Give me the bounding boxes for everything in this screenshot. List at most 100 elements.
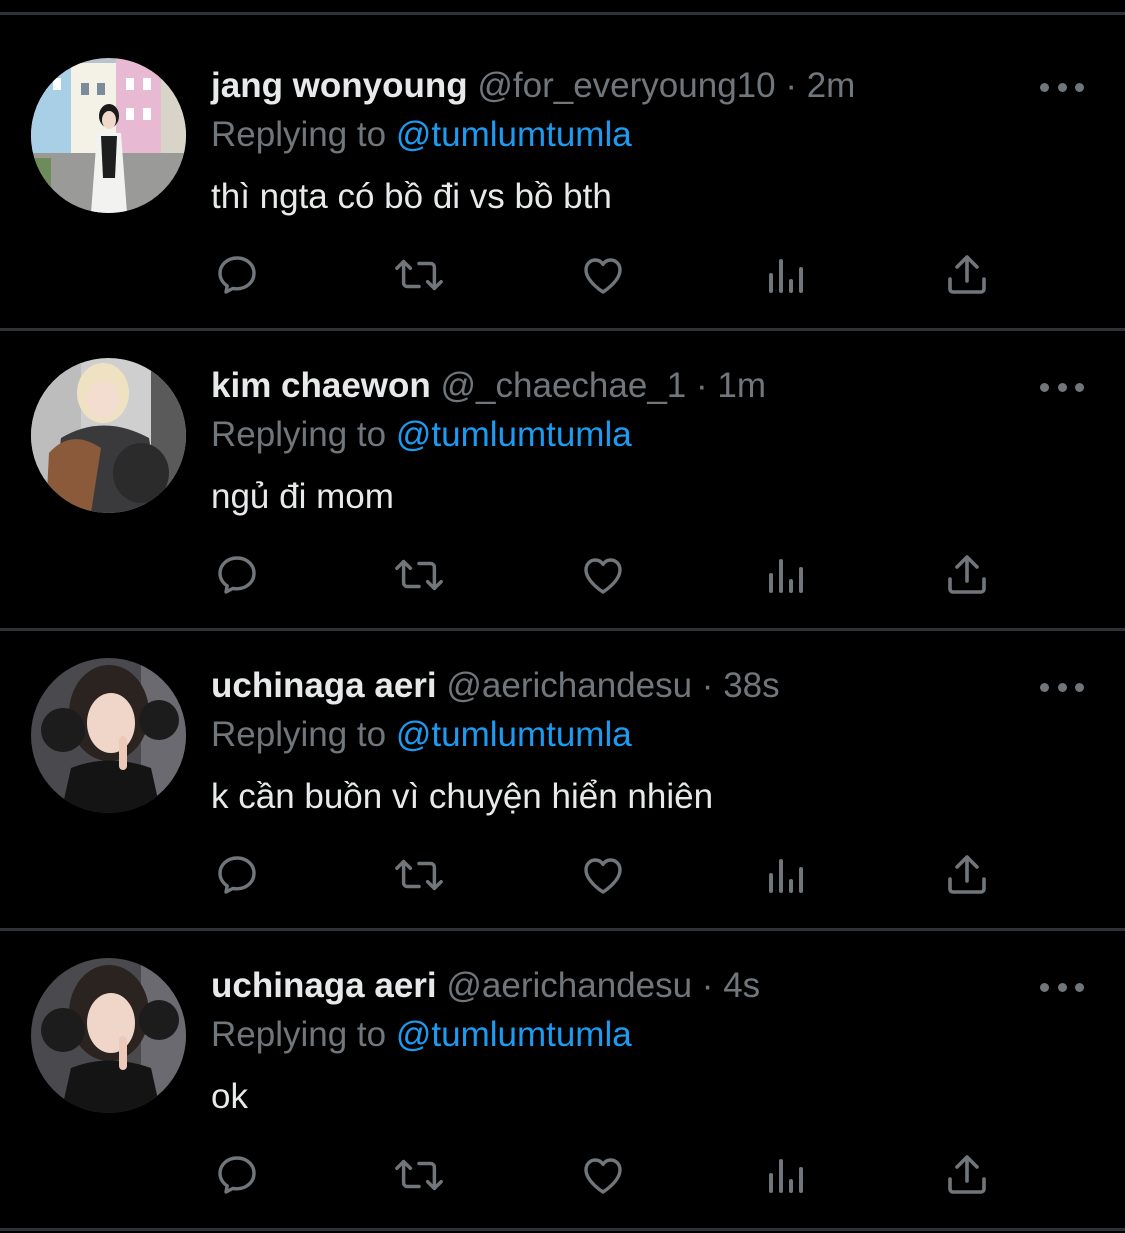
share-icon <box>948 855 986 894</box>
display-name[interactable]: uchinaga aeri <box>211 666 437 705</box>
tweet-text: ok <box>211 1077 248 1116</box>
user-handle[interactable]: @aerichandesu <box>446 666 692 705</box>
views-icon <box>769 859 803 893</box>
separator-dot: · <box>785 66 797 105</box>
share-button[interactable] <box>942 850 992 900</box>
more-options-icon[interactable] <box>1040 379 1084 395</box>
replying-to-link[interactable]: @tumlumtumla <box>396 415 632 454</box>
user-handle[interactable]: @_chaechae_1 <box>441 366 687 405</box>
more-options-icon[interactable] <box>1040 679 1084 695</box>
separator-dot: · <box>701 966 714 1005</box>
retweet-button[interactable] <box>394 850 444 900</box>
dot-icon <box>1075 382 1084 392</box>
views-button[interactable] <box>761 1150 811 1200</box>
replying-to-line: Replying to @tumlumtumla <box>211 714 632 756</box>
reply-button[interactable] <box>212 850 262 900</box>
reply-button[interactable] <box>212 250 262 300</box>
user-handle[interactable]: @aerichandesu <box>446 966 692 1005</box>
retweet-icon <box>395 559 443 591</box>
dot-icon <box>1057 82 1067 92</box>
share-icon <box>948 555 986 594</box>
views-icon <box>769 559 803 593</box>
more-options-icon[interactable] <box>1040 979 1084 995</box>
dot-icon <box>1040 982 1049 992</box>
more-options-icon[interactable] <box>1040 79 1084 95</box>
tweet-item[interactable]: uchinaga aeri @aerichandesu · 38s Replyi… <box>0 615 1125 912</box>
like-icon <box>584 258 622 294</box>
replying-to-link[interactable]: @tumlumtumla <box>396 115 632 154</box>
display-name[interactable]: jang wonyoung <box>211 66 468 105</box>
tweet-header: kim chaewon @_chaechae_1 · 1m <box>211 365 766 407</box>
reply-icon <box>218 256 256 294</box>
share-button[interactable] <box>942 250 992 300</box>
tweet-header: jang wonyoung @for_everyoung10 · 2m <box>211 65 855 107</box>
like-button[interactable] <box>578 1150 628 1200</box>
retweet-icon <box>395 859 443 891</box>
retweet-button[interactable] <box>394 250 444 300</box>
like-icon <box>584 858 622 894</box>
retweet-button[interactable] <box>394 550 444 600</box>
share-button[interactable] <box>942 550 992 600</box>
retweet-button[interactable] <box>394 1150 444 1200</box>
share-icon <box>948 1155 986 1194</box>
timestamp[interactable]: 1m <box>717 366 766 405</box>
like-button[interactable] <box>578 250 628 300</box>
avatar[interactable] <box>31 658 186 813</box>
dot-icon <box>1075 682 1084 692</box>
dot-icon <box>1057 682 1067 692</box>
avatar[interactable] <box>31 58 186 213</box>
replying-prefix: Replying to <box>211 1015 387 1054</box>
bottom-divider <box>0 1228 1125 1231</box>
views-icon <box>769 1159 803 1193</box>
tweet-header: uchinaga aeri @aerichandesu · 4s <box>211 965 760 1007</box>
reply-button[interactable] <box>212 550 262 600</box>
tweet-item[interactable]: kim chaewon @_chaechae_1 · 1m Replying t… <box>0 315 1125 612</box>
share-button[interactable] <box>942 1150 992 1200</box>
separator-dot: · <box>695 366 708 405</box>
replying-to-line: Replying to @tumlumtumla <box>211 414 632 456</box>
replying-prefix: Replying to <box>211 115 387 154</box>
dot-icon <box>1040 382 1049 392</box>
user-handle[interactable]: @for_everyoung10 <box>477 66 775 105</box>
like-button[interactable] <box>578 850 628 900</box>
avatar[interactable] <box>31 358 186 513</box>
tweet-text: thì ngta có bồ đi vs bồ bth <box>211 177 612 216</box>
tweet-item[interactable]: uchinaga aeri @aerichandesu · 4s Replyin… <box>0 915 1125 1212</box>
retweet-icon <box>395 259 443 291</box>
display-name[interactable]: kim chaewon <box>211 366 431 405</box>
tweet-header: uchinaga aeri @aerichandesu · 38s <box>211 665 780 707</box>
separator-dot: · <box>701 666 714 705</box>
dot-icon <box>1040 682 1049 692</box>
dot-icon <box>1057 982 1067 992</box>
tweet-text: k cần buồn vì chuyện hiển nhiên <box>211 777 714 816</box>
tweet-item[interactable]: jang wonyoung @for_everyoung10 · 2m Repl… <box>0 15 1125 312</box>
views-button[interactable] <box>761 250 811 300</box>
views-button[interactable] <box>761 850 811 900</box>
replying-to-line: Replying to @tumlumtumla <box>211 1014 632 1056</box>
views-button[interactable] <box>761 550 811 600</box>
tweet-text: ngủ đi mom <box>211 477 394 516</box>
replying-to-link[interactable]: @tumlumtumla <box>396 715 632 754</box>
reply-icon <box>218 856 256 894</box>
timestamp[interactable]: 4s <box>723 966 760 1005</box>
reply-icon <box>218 556 256 594</box>
views-icon <box>769 259 803 293</box>
like-button[interactable] <box>578 550 628 600</box>
dot-icon <box>1075 82 1084 92</box>
replying-to-line: Replying to @tumlumtumla <box>211 114 632 156</box>
retweet-icon <box>395 1159 443 1191</box>
reply-button[interactable] <box>212 1150 262 1200</box>
timestamp[interactable]: 2m <box>807 66 856 105</box>
replying-prefix: Replying to <box>211 415 387 454</box>
share-icon <box>948 255 986 294</box>
dot-icon <box>1057 382 1067 392</box>
like-icon <box>584 1158 622 1194</box>
avatar[interactable] <box>31 958 186 1113</box>
replying-prefix: Replying to <box>211 715 387 754</box>
timestamp[interactable]: 38s <box>723 666 779 705</box>
display-name[interactable]: uchinaga aeri <box>211 966 437 1005</box>
replying-to-link[interactable]: @tumlumtumla <box>396 1015 632 1054</box>
dot-icon <box>1040 82 1049 92</box>
dot-icon <box>1075 982 1084 992</box>
reply-icon <box>218 1156 256 1194</box>
